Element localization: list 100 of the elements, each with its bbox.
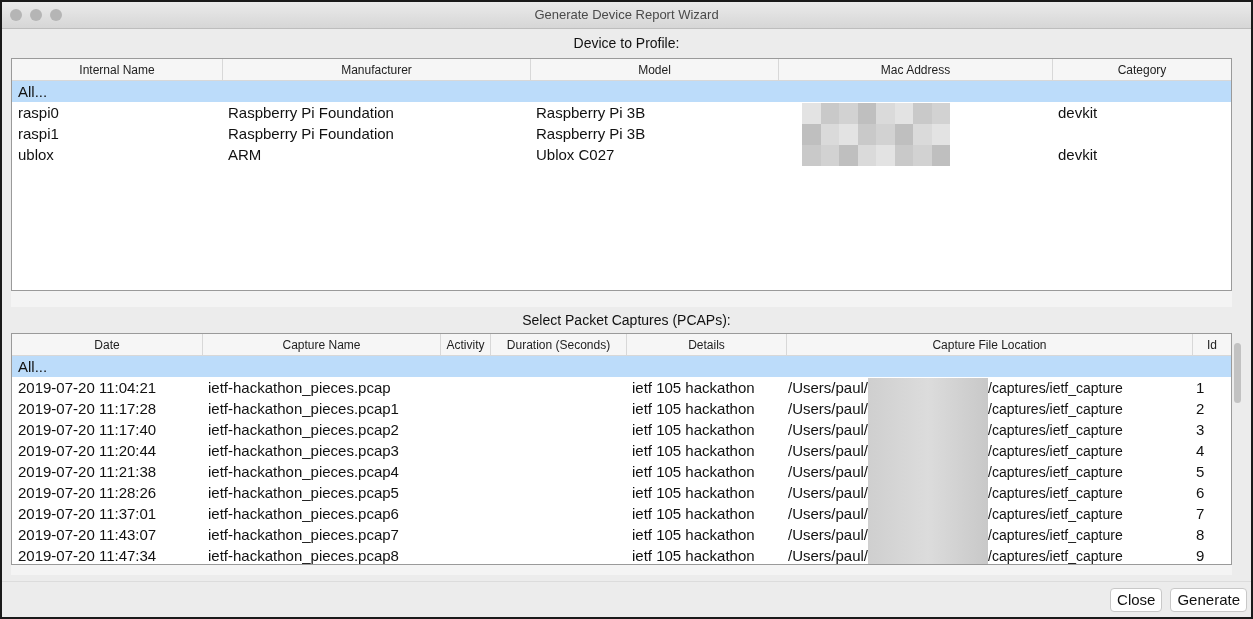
table-cell: 9: [1196, 547, 1205, 564]
table-cell-text: /Users/paul/: [788, 462, 869, 482]
column-header[interactable]: Mac Address: [778, 59, 1052, 80]
horizontal-scrollbar[interactable]: [11, 565, 1232, 575]
table-cell: 1: [1196, 379, 1205, 396]
table-cell: ietf-hackathon_pieces.pcap4: [208, 463, 399, 480]
table-cell-text: /Users/paul/: [788, 483, 869, 503]
window-control-icon[interactable]: [50, 9, 62, 21]
table-cell: ietf 105 hackathon: [632, 442, 755, 459]
column-header[interactable]: Date: [12, 334, 202, 355]
window-control-icon[interactable]: [30, 9, 42, 21]
column-header[interactable]: Capture Name: [202, 334, 440, 355]
table-cell-text: /Users/paul/: [788, 525, 869, 545]
table-row[interactable]: raspi1 Raspberry Pi Foundation Raspberry Pi 3B: [12, 123, 1231, 144]
column-header[interactable]: Category: [1052, 59, 1231, 80]
table-row[interactable]: 2019-07-20 11:43:07 ietf-hackathon_pieces.pcap7 ietf 105 hackathon /Users/paul/ /captures/ietf_capture 8: [12, 524, 1231, 545]
column-header[interactable]: Details: [626, 334, 786, 355]
table-row[interactable]: 2019-07-20 11:04:21 ietf-hackathon_pieces.pcap ietf 105 hackathon /Users/paul/ /captures/ietf_capture 1: [12, 377, 1231, 398]
table-cell-text: /captures/ietf_capture: [988, 399, 1123, 419]
table-cell: 3: [1196, 421, 1205, 438]
table-cell: 6: [1196, 484, 1205, 501]
column-header[interactable]: Id: [1192, 334, 1231, 355]
table-cell-text: /captures/ietf_capture: [988, 378, 1123, 398]
column-header[interactable]: Internal Name: [12, 59, 222, 80]
dialog-button[interactable]: Close: [1110, 587, 1163, 612]
table-cell: 2019-07-20 11:43:07: [18, 526, 157, 543]
table-cell: ietf 105 hackathon: [632, 526, 755, 543]
table-cell: Raspberry Pi Foundation: [228, 125, 394, 142]
column-header[interactable]: Manufacturer: [222, 59, 530, 80]
table-cell-text: /Users/paul/: [788, 378, 869, 398]
table-cell-text: /Users/paul/: [788, 420, 869, 440]
table-cell: ietf 105 hackathon: [632, 400, 755, 417]
table-cell: Raspberry Pi 3B: [536, 125, 646, 142]
table-cell: devkit: [1058, 146, 1098, 163]
table-cell: ietf-hackathon_pieces.pcap2: [208, 421, 399, 438]
table-cell: ietf 105 hackathon: [632, 379, 755, 396]
table-row[interactable]: 2019-07-20 11:21:38 ietf-hackathon_pieces.pcap4 ietf 105 hackathon /Users/paul/ /captures/ietf_capture 5: [12, 461, 1231, 482]
dialog-button[interactable]: Generate: [1170, 587, 1247, 612]
table-cell: 2019-07-20 11:04:21: [18, 379, 157, 396]
table-cell-text: /captures/ietf_capture: [988, 504, 1123, 524]
table-cell-text: /Users/paul/: [788, 399, 869, 419]
table-cell: Ublox C027: [536, 146, 615, 163]
table-cell: raspi0: [18, 104, 59, 121]
table-row[interactable]: 2019-07-20 11:17:40 ietf-hackathon_pieces.pcap2 ietf 105 hackathon /Users/paul/ /captures/ietf_capture 3: [12, 419, 1231, 440]
table-cell: 2019-07-20 11:21:38: [18, 463, 157, 480]
table-cell: ietf-hackathon_pieces.pcap3: [208, 442, 399, 459]
table-cell-text: /captures/ietf_capture: [988, 420, 1123, 440]
table-row[interactable]: 2019-07-20 11:17:28 ietf-hackathon_pieces.pcap1 ietf 105 hackathon /Users/paul/ /captures/ietf_capture 2: [12, 398, 1231, 419]
table-cell: All...: [18, 83, 48, 100]
table-cell-text: /captures/ietf_capture: [988, 483, 1123, 503]
table-row[interactable]: 2019-07-20 11:20:44 ietf-hackathon_pieces.pcap3 ietf 105 hackathon /Users/paul/ /captures/ietf_capture 4: [12, 440, 1231, 461]
table-cell-text: /captures/ietf_capture: [988, 546, 1123, 564]
table-cell-text: /captures/ietf_capture: [988, 462, 1123, 482]
table-cell: All...: [18, 358, 48, 375]
table-cell: 5: [1196, 463, 1205, 480]
section-label: Device to Profile:: [573, 34, 680, 53]
table-row[interactable]: ublox ARM Ublox C027 devkit: [12, 144, 1231, 165]
table-cell: ietf-hackathon_pieces.pcap: [208, 379, 391, 396]
table-cell: Raspberry Pi Foundation: [228, 104, 394, 121]
table-cell-text: /captures/ietf_capture: [988, 441, 1123, 461]
table-row[interactable]: 2019-07-20 11:28:26 ietf-hackathon_pieces.pcap5 ietf 105 hackathon /Users/paul/ /captures/ietf_capture 6: [12, 482, 1231, 503]
table-row[interactable]: All...: [12, 356, 1231, 377]
table-cell: ietf-hackathon_pieces.pcap7: [208, 526, 399, 543]
table-cell: 2: [1196, 400, 1205, 417]
column-header[interactable]: Duration (Seconds): [490, 334, 626, 355]
window-title: Generate Device Report Wizard: [534, 6, 719, 25]
horizontal-scrollbar[interactable]: [11, 291, 1232, 307]
table-cell: 7: [1196, 505, 1205, 522]
column-header[interactable]: Activity: [440, 334, 490, 355]
table-cell: ietf 105 hackathon: [632, 547, 755, 564]
table-cell: 2019-07-20 11:20:44: [18, 442, 157, 459]
table-cell: 2019-07-20 11:47:34: [18, 547, 157, 564]
table-cell: raspi1: [18, 125, 59, 142]
table-cell: ietf-hackathon_pieces.pcap5: [208, 484, 399, 501]
table-cell: devkit: [1058, 104, 1098, 121]
table-row[interactable]: 2019-07-20 11:47:34 ietf-hackathon_pieces.pcap8 ietf 105 hackathon /Users/paul/ /captures/ietf_capture 9: [12, 545, 1231, 564]
table-cell-text: /Users/paul/: [788, 546, 869, 564]
table-row[interactable]: All...: [12, 81, 1231, 102]
table-cell-text: /Users/paul/: [788, 504, 869, 524]
section-label: Select Packet Captures (PCAPs):: [522, 310, 731, 330]
column-header[interactable]: Model: [530, 59, 778, 80]
table-cell: 2019-07-20 11:37:01: [18, 505, 157, 522]
table-cell-text: /captures/ietf_capture: [988, 525, 1123, 545]
table-cell: ublox: [18, 146, 54, 163]
table-row[interactable]: 2019-07-20 11:37:01 ietf-hackathon_pieces.pcap6 ietf 105 hackathon /Users/paul/ /captures/ietf_capture 7: [12, 503, 1231, 524]
table-cell: ietf-hackathon_pieces.pcap6: [208, 505, 399, 522]
column-header[interactable]: Capture File Location: [786, 334, 1192, 355]
table-cell: ietf 105 hackathon: [632, 505, 755, 522]
scrollbar-thumb[interactable]: [1233, 343, 1241, 403]
table-cell: Raspberry Pi 3B: [536, 104, 646, 121]
table-cell: ietf-hackathon_pieces.pcap1: [208, 400, 399, 417]
table-cell: ietf 105 hackathon: [632, 421, 755, 438]
table-cell: 4: [1196, 442, 1205, 459]
table-cell: 2019-07-20 11:17:28: [18, 400, 157, 417]
table-row[interactable]: raspi0 Raspberry Pi Foundation Raspberry Pi 3B devkit: [12, 102, 1231, 123]
table-cell: ARM: [228, 146, 262, 163]
table-cell: 2019-07-20 11:28:26: [18, 484, 157, 501]
window-control-icon[interactable]: [10, 9, 22, 21]
table-cell: 2019-07-20 11:17:40: [18, 421, 157, 438]
table-cell: 8: [1196, 526, 1205, 543]
